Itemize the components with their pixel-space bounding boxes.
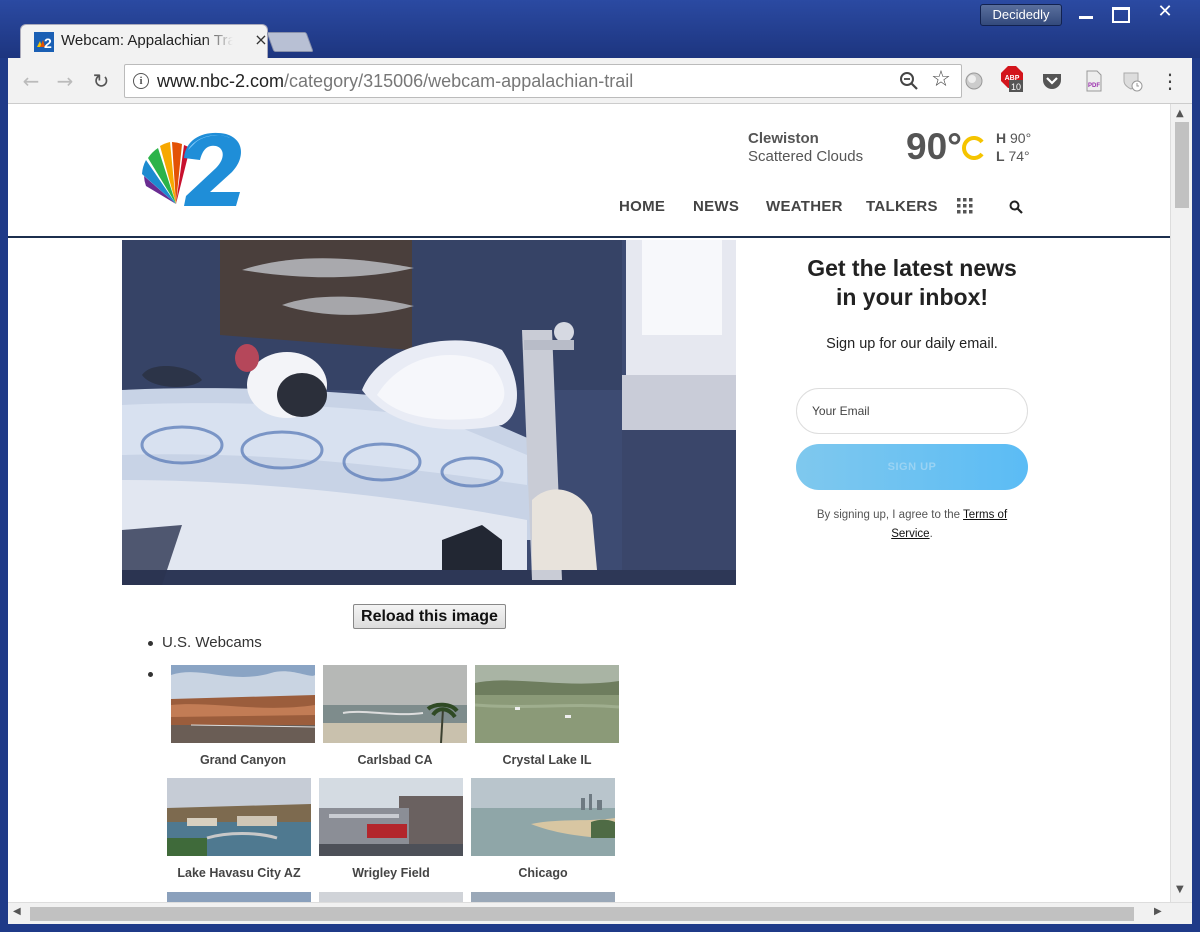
webcam-thumb-wrigley-field[interactable]: Wrigley Field [319,778,463,880]
adblock-count: 10 [1011,82,1021,92]
zoom-out-icon[interactable] [899,71,919,91]
webcam-label[interactable]: Wrigley Field [319,866,463,880]
shield-icon[interactable] [1121,70,1143,92]
weather-low-label: L [996,148,1005,164]
crystal-lake-thumbnail [474,665,620,743]
apps-grid-icon[interactable] [957,198,973,214]
lake-havasu-thumbnail [167,778,311,856]
star-icon[interactable]: ☆ [929,68,953,92]
info-icon[interactable]: i [133,73,149,89]
webcam-image [122,240,736,585]
menu-icon[interactable]: ⋮ [1160,68,1180,94]
close-window-button[interactable]: ✕ [1140,2,1190,24]
nav-home[interactable]: HOME [619,198,665,215]
scroll-down-icon[interactable]: ▼ [1176,884,1184,895]
weather-low-value: 74° [1008,148,1030,164]
scroll-left-icon[interactable]: ◀ [13,906,21,917]
pocket-icon[interactable] [1041,70,1063,92]
maximize-button[interactable] [1104,2,1134,24]
webcam-thumb-grand-canyon[interactable]: Grand Canyon [171,665,316,767]
url-text[interactable]: www.nbc-2.com/category/315006/webcam-app… [157,71,633,92]
weather-low: L 74° [996,148,1030,164]
weather-temperature[interactable]: 90° [906,126,962,168]
nbc2-favicon-icon: 2 [34,32,54,52]
weather-condition: Scattered Clouds [748,148,864,165]
newsletter-title-line1: Get the latest news [807,255,1017,281]
partly-sunny-icon [962,136,984,160]
newsletter-title: Get the latest news in your inbox! [778,254,1046,312]
list-bullet [148,641,153,646]
list-bullet [148,672,153,677]
reload-image-button[interactable]: Reload this image [353,604,506,629]
webcam-thumb-lake-havasu[interactable]: Lake Havasu City AZ [167,778,311,880]
webcam-thumb-partial[interactable] [471,892,615,902]
adblock-icon[interactable]: ABP 10 [1001,66,1023,92]
reload-icon[interactable]: ↻ [88,68,114,94]
back-arrow-icon[interactable]: ← [18,68,44,94]
webcam-thumb-partial[interactable] [319,892,463,902]
webcam-thumb-partial[interactable] [167,892,311,902]
carlsbad-thumbnail [323,665,467,744]
chicago-thumbnail [471,778,615,856]
site-header: Clewiston Scattered Clouds 90° H 90° L 7… [8,104,1170,238]
webcam-label[interactable]: Crystal Lake IL [475,753,619,767]
webcam-thumb-carlsbad[interactable]: Carlsbad CA [323,665,467,767]
terms-prefix: By signing up, I agree to the [816,509,964,521]
terms-suffix: . [929,528,933,540]
browser-window: 2 Webcam: Appalachian Trail × Decidedly … [0,0,1200,932]
page-viewport: Clewiston Scattered Clouds 90° H 90° L 7… [8,104,1170,902]
webcam-label[interactable]: Grand Canyon [171,753,315,767]
new-tab-button[interactable] [266,32,314,52]
svg-text:2: 2 [44,35,52,51]
svg-text:PDF: PDF [1088,83,1100,89]
nav-news[interactable]: NEWS [693,198,739,215]
webcam-label[interactable]: Lake Havasu City AZ [167,866,311,880]
newsletter-title-line2: in your inbox! [835,284,989,310]
pdf-icon[interactable]: PDF [1083,70,1105,92]
webcam-thumb-chicago[interactable]: Chicago [471,778,615,880]
minimize-button[interactable] [1072,2,1100,24]
weather-city[interactable]: Clewiston [748,130,819,147]
search-icon[interactable] [1009,200,1023,214]
vertical-scroll-thumb[interactable] [1175,122,1189,208]
url-domain: www.nbc-2.com [157,71,285,91]
wrigley-field-thumbnail [319,778,463,856]
url-path: /category/315006/webcam-appalachian-trai… [284,71,634,91]
address-bar[interactable]: i www.nbc-2.com/category/315006/webcam-a… [124,64,962,98]
sign-up-button[interactable]: SIGN UP [796,444,1028,490]
grand-canyon-thumbnail [171,665,316,743]
us-webcams-link[interactable]: U.S. Webcams [162,634,262,651]
weather-high-value: 90° [1010,130,1032,146]
nav-weather[interactable]: WEATHER [766,198,843,215]
forward-arrow-icon[interactable]: → [52,68,78,94]
webcam-label[interactable]: Carlsbad CA [323,753,467,767]
nbc2-logo[interactable] [136,130,246,206]
horizontal-scrollbar[interactable]: ◀ ▶ [8,902,1192,924]
extension-circle-icon[interactable] [963,70,985,92]
terms-text: By signing up, I agree to the Terms of S… [798,506,1026,544]
horizontal-scroll-thumb[interactable] [30,907,1134,921]
weather-high-label: H [996,130,1007,146]
browser-toolbar: ← → ↻ i www.nbc-2.com/category/315006/we… [8,58,1192,104]
newsletter-subtitle: Sign up for our daily email. [826,336,998,352]
webcam-label[interactable]: Chicago [471,866,615,880]
nav-talkers[interactable]: TALKERS [866,198,938,215]
browser-tab[interactable]: 2 Webcam: Appalachian Trail × [20,24,268,58]
profile-button[interactable]: Decidedly [980,4,1062,26]
vertical-scrollbar[interactable]: ▲ ▼ [1170,104,1192,902]
email-field[interactable] [796,388,1028,434]
weather-high: H 90° [996,130,1031,146]
scroll-up-icon[interactable]: ▲ [1176,108,1184,119]
webcam-thumb-crystal-lake[interactable]: Crystal Lake IL [474,665,620,767]
title-bar: 2 Webcam: Appalachian Trail × Decidedly … [0,0,1200,58]
scroll-right-icon[interactable]: ▶ [1154,906,1162,917]
tab-title: Webcam: Appalachian Trail [61,32,233,52]
